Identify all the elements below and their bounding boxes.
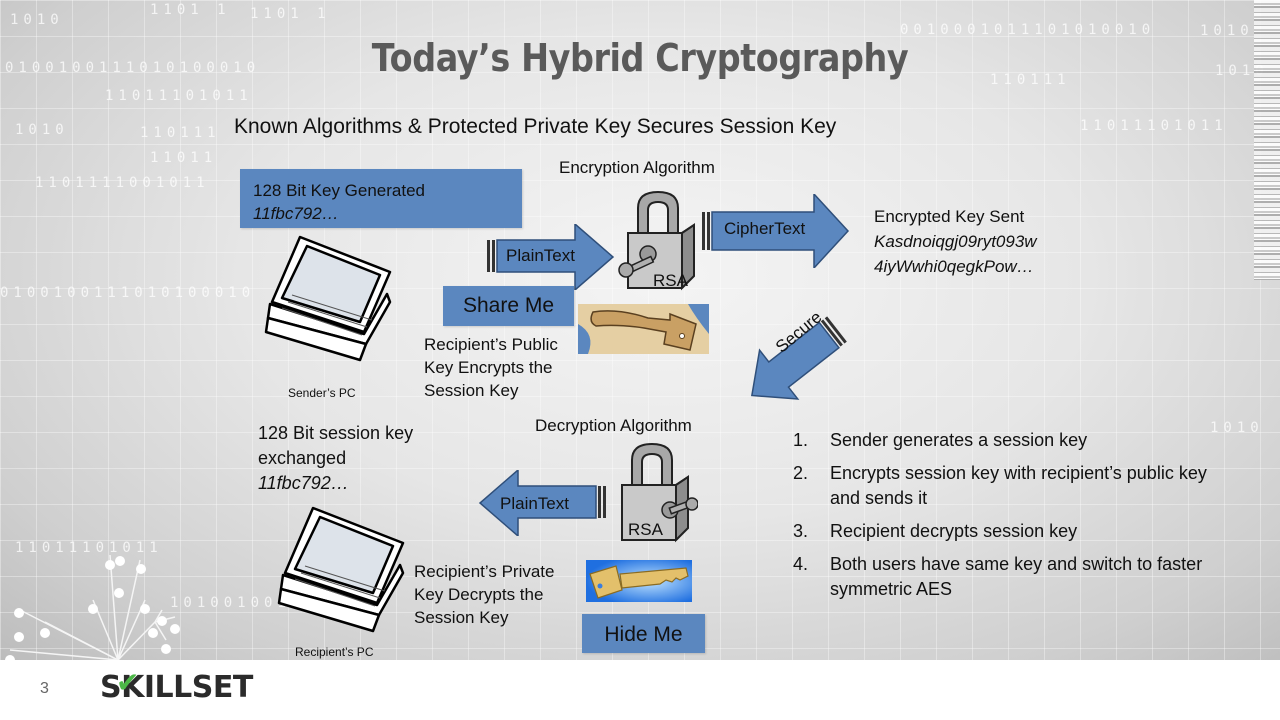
step-number: 1. — [793, 430, 809, 450]
caption-line: Recipient’s Public — [424, 335, 558, 354]
decryption-heading: Decryption Algorithm — [535, 416, 692, 435]
step-item: 3. Recipient decrypts session key — [793, 519, 1233, 544]
encrypted-key-heading: Encrypted Key Sent — [874, 207, 1025, 226]
binary-text: 0100100111010100010 — [0, 285, 256, 301]
network-decoration — [5, 554, 180, 660]
binary-text: 1101 1 — [150, 2, 231, 18]
skillset-logo: SKILLSET ✔ — [100, 666, 253, 705]
encryption-heading: Encryption Algorithm — [559, 158, 715, 177]
caption-line: Session Key — [414, 608, 509, 627]
encryption-lock-label: RSA — [653, 271, 688, 290]
encrypted-key-value: Kasdnoiqgj09ryt093w — [874, 232, 1037, 251]
step-number: 4. — [793, 554, 809, 574]
public-key-caption: Recipient’s Public Key Encrypts the Sess… — [424, 333, 558, 402]
slide-subtitle: Known Algorithms & Protected Private Key… — [234, 115, 837, 138]
ciphertext-output-label: CipherText — [724, 219, 806, 238]
step-item: 4. Both users have same key and switch t… — [793, 552, 1233, 602]
generated-key-value: 11fbc792… — [253, 204, 339, 223]
encrypted-key-value: 4iyWwhi0qegkPow… — [874, 257, 1034, 276]
sender-pc-label: Sender’s PC — [288, 386, 356, 400]
binary-text: 1101 1 — [250, 6, 331, 22]
page-number: 3 — [40, 680, 49, 697]
checkmark-icon: ✔ — [116, 666, 139, 699]
private-key-icon — [586, 560, 692, 602]
step-text: Both users have same key and switch to f… — [830, 554, 1203, 599]
plaintext-input-label: PlainText — [506, 246, 575, 265]
binary-text: 110111 — [140, 125, 221, 141]
session-key-value: 11fbc792… — [258, 473, 349, 493]
session-key-line: 128 Bit session key — [258, 423, 414, 443]
binary-text: 11011101011 — [105, 88, 253, 104]
step-item: 2. Encrypts session key with recipient’s… — [793, 461, 1233, 511]
session-key-line: exchanged — [258, 448, 347, 468]
binary-text: 1101111001011 — [35, 175, 210, 191]
step-number: 3. — [793, 521, 809, 541]
recipient-laptop-icon — [277, 506, 405, 633]
encrypted-key-value-line2: 4iyWwhi0qegkPow… — [874, 255, 1034, 278]
binary-text: 1010 — [1200, 23, 1254, 39]
caption-line: Key Encrypts the — [424, 358, 553, 377]
slide-title: Today’s Hybrid Cryptography — [371, 36, 909, 80]
step-number: 2. — [793, 463, 809, 483]
share-me-box: Share Me — [443, 286, 574, 326]
binary-text: 11011 — [150, 150, 218, 166]
generated-key-label: 128 Bit Key Generated — [253, 181, 426, 200]
hide-me-box: Hide Me — [582, 614, 705, 653]
step-text: Recipient decrypts session key — [830, 521, 1078, 541]
encrypted-key-value-line1: Kasdnoiqgj09ryt093w — [874, 230, 1037, 253]
binary-text: 11011101011 — [1080, 118, 1228, 134]
private-key-caption: Recipient’s Private Key Decrypts the Ses… — [414, 560, 554, 629]
plaintext-output-label: PlainText — [500, 494, 569, 513]
sender-laptop-icon — [264, 235, 392, 362]
binary-text: 1010 — [15, 122, 69, 138]
session-key-exchanged: 128 Bit session key exchanged 11fbc792… — [258, 421, 413, 496]
caption-line: Session Key — [424, 381, 519, 400]
decryption-lock-label: RSA — [628, 520, 663, 539]
caption-line: Key Decrypts the — [414, 585, 544, 604]
public-key-icon — [578, 304, 709, 354]
step-item: 1. Sender generates a session key — [793, 428, 1233, 453]
barcode-decoration — [1254, 0, 1280, 280]
steps-list: 1. Sender generates a session key 2. Enc… — [793, 428, 1233, 610]
binary-text: 1010 — [10, 12, 64, 28]
step-text: Sender generates a session key — [830, 430, 1088, 450]
step-text: Encrypts session key with recipient’s pu… — [830, 463, 1207, 508]
caption-line: Recipient’s Private — [414, 562, 555, 581]
generated-key-box: 128 Bit Key Generated 11fbc792… — [240, 169, 522, 228]
